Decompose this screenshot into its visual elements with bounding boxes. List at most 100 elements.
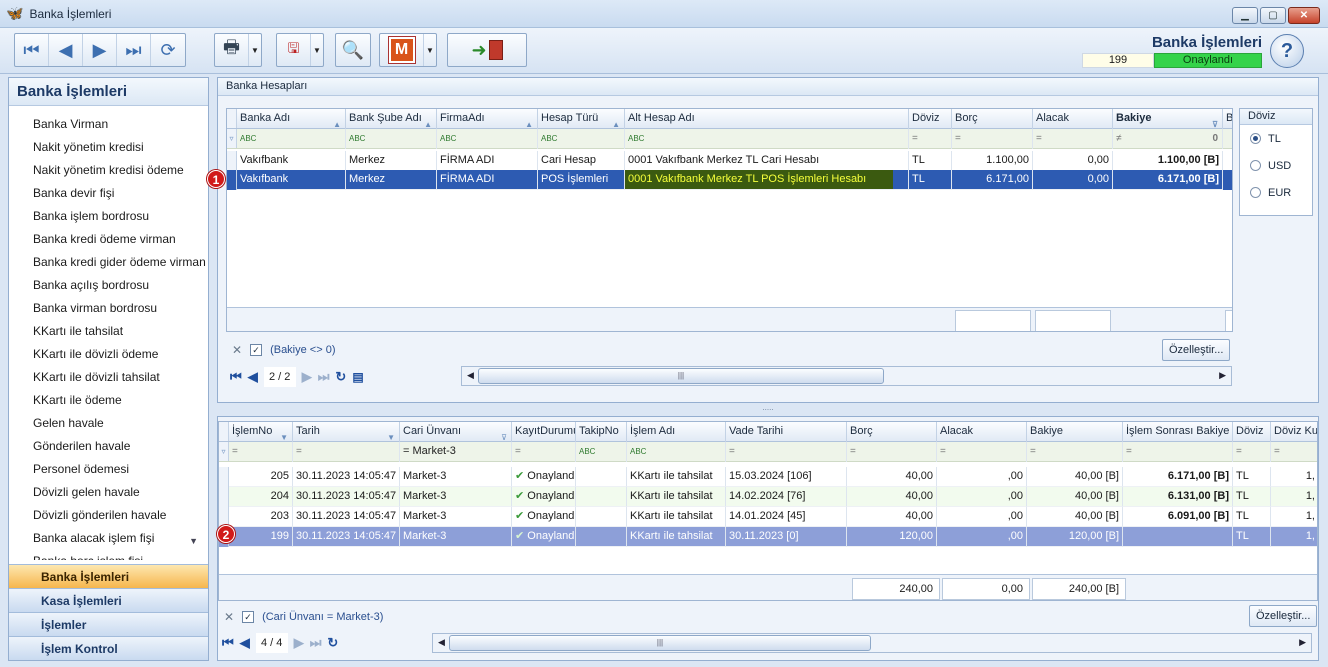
table-row[interactable]: Vakıfbank Merkez FİRMA ADI Cari Hesap 00… — [227, 151, 1232, 171]
col-borc[interactable]: Borç — [952, 109, 1033, 129]
clear-filter-icon[interactable]: ✕ — [232, 343, 242, 357]
list-item[interactable]: Banka kredi gider ödeme virman — [9, 251, 208, 274]
list-item[interactable]: Banka alacak işlem fişi — [9, 527, 208, 550]
list-item[interactable]: Banka Virman — [9, 113, 208, 136]
exit-door-icon[interactable]: ➜ — [448, 34, 526, 66]
bank-filter-text[interactable]: (Bakiye <> 0) — [270, 344, 335, 356]
list-item[interactable]: Gönderilen havale — [9, 435, 208, 458]
nav-kasa-islemleri[interactable]: Kasa İşlemleri — [9, 588, 208, 612]
filter-enable-checkbox[interactable]: ✓ — [250, 344, 263, 356]
transactions-filter-text[interactable]: (Cari Ünvanı = Market-3) — [262, 611, 383, 623]
scroll-down-icon[interactable]: ▼ — [189, 536, 198, 546]
filter-enable-checkbox[interactable]: ✓ — [242, 611, 255, 623]
minimize-icon[interactable]: ▁ — [1232, 7, 1258, 24]
list-item[interactable]: Banka işlem bordrosu — [9, 205, 208, 228]
nav-prev-icon[interactable]: ◀ — [248, 369, 258, 385]
col-firma-adi[interactable]: FirmaAdı ▲ — [437, 109, 538, 129]
m-dropdown-icon[interactable]: ▼ — [424, 34, 436, 66]
scroll-thumb[interactable]: ||| — [478, 368, 884, 384]
col-bakiye[interactable]: Bakiye ⊽ — [1113, 109, 1223, 129]
table-row[interactable]: 204 30.11.2023 14:05:47 Market-3 ✔ Onayl… — [219, 487, 1317, 507]
preview-search-icon[interactable]: 🔍 — [336, 34, 370, 66]
transactions-customize-button[interactable]: Özelleştir... — [1249, 605, 1318, 627]
nav-next-icon[interactable]: ▶ — [302, 369, 312, 385]
next-record-icon[interactable]: ▶ — [83, 34, 117, 66]
scroll-left-icon[interactable]: ◀ — [438, 637, 445, 648]
list-item[interactable]: KKartı ile dövizli tahsilat — [9, 366, 208, 389]
bank-customize-button[interactable]: Özelleştir... — [1162, 339, 1231, 361]
list-item[interactable]: Dövizli gönderilen havale — [9, 504, 208, 527]
col-hesap-turu[interactable]: Hesap Türü ▲ — [538, 109, 625, 129]
scroll-right-icon[interactable]: ▶ — [1219, 370, 1226, 381]
list-item[interactable]: Nakit yönetim kredisi — [9, 136, 208, 159]
col-doviz-kuru[interactable]: Döviz Ku — [1271, 422, 1317, 442]
list-item[interactable]: Banka borç işlem fişi — [9, 550, 208, 560]
print-dropdown-icon[interactable]: ▼ — [249, 34, 261, 66]
print-icon[interactable]: 🖶 — [215, 34, 249, 66]
close-icon[interactable]: ✕ — [1288, 7, 1320, 24]
table-row-selected[interactable]: 199 30.11.2023 14:05:47 Market-3 ✔ Onayl… — [219, 527, 1317, 547]
filter-doviz[interactable]: = — [909, 129, 952, 149]
filter-borc[interactable]: = — [952, 129, 1033, 149]
col-banka-adi[interactable]: Banka Adı ▲ — [237, 109, 346, 129]
filter-banka-adi[interactable]: ABC — [237, 129, 346, 149]
filter-firma-adi[interactable]: ABC — [437, 129, 538, 149]
filter-sube-adi[interactable]: ABC — [346, 129, 437, 149]
currency-tl[interactable]: TL — [1240, 125, 1312, 152]
nav-last-icon[interactable]: ⏭ — [310, 635, 322, 651]
m-logo-button[interactable]: M — [380, 34, 424, 66]
scroll-right-icon[interactable]: ▶ — [1299, 637, 1306, 648]
list-item[interactable]: Dövizli gelen havale — [9, 481, 208, 504]
pdf-save-icon[interactable]: 🖫 — [277, 34, 311, 66]
filter-cari-unvani[interactable]: = Market-3 — [400, 442, 512, 462]
col-b[interactable]: B — [1223, 109, 1232, 129]
table-row[interactable]: 203 30.11.2023 14:05:47 Market-3 ✔ Onayl… — [219, 507, 1317, 527]
pdf-dropdown-icon[interactable]: ▼ — [311, 34, 323, 66]
help-icon[interactable]: ? — [1270, 34, 1304, 68]
panel-splitter[interactable]: ..... — [217, 404, 1319, 415]
col-vade-tarihi[interactable]: Vade Tarihi — [726, 422, 847, 442]
filter-alacak[interactable]: = — [1033, 129, 1113, 149]
col-alt-hesap-adi[interactable]: Alt Hesap Adı — [625, 109, 909, 129]
col-borc[interactable]: Borç — [847, 422, 937, 442]
nav-refresh-icon[interactable]: ↻ — [335, 369, 346, 385]
col-alacak[interactable]: Alacak — [937, 422, 1027, 442]
list-item[interactable]: Gelen havale — [9, 412, 208, 435]
col-doviz[interactable]: Döviz — [909, 109, 952, 129]
table-row-selected[interactable]: Vakıfbank Merkez FİRMA ADI POS İşlemleri… — [227, 170, 1232, 190]
filter-alt-hesap[interactable]: ABC — [625, 129, 909, 149]
list-item[interactable]: KKartı ile ödeme — [9, 389, 208, 412]
nav-islem-kontrol[interactable]: İşlem Kontrol — [9, 636, 208, 660]
list-item[interactable]: KKartı ile tahsilat — [9, 320, 208, 343]
list-item[interactable]: KKartı ile dövizli ödeme — [9, 343, 208, 366]
filter-bakiye[interactable]: ≠ 0 — [1113, 129, 1223, 149]
first-record-icon[interactable]: ⏮ — [15, 34, 49, 66]
nav-next-icon[interactable]: ▶ — [294, 635, 304, 651]
col-takip-no[interactable]: TakipNo — [576, 422, 627, 442]
maximize-icon[interactable]: ▢ — [1260, 7, 1286, 24]
transactions-hscrollbar[interactable]: ◀ ||| ▶ — [432, 633, 1312, 653]
col-islem-no[interactable]: İşlemNo ▼ — [229, 422, 293, 442]
nav-islemler[interactable]: İşlemler — [9, 612, 208, 636]
bank-hscrollbar[interactable]: ◀ ||| ▶ — [461, 366, 1232, 386]
col-bakiye[interactable]: Bakiye — [1027, 422, 1123, 442]
nav-prev-icon[interactable]: ◀ — [240, 635, 250, 651]
list-item[interactable]: Banka açılış bordrosu — [9, 274, 208, 297]
nav-export-icon[interactable]: ▤ — [352, 370, 363, 384]
col-tarih[interactable]: Tarih ▼ — [293, 422, 400, 442]
currency-eur[interactable]: EUR — [1240, 179, 1312, 206]
previous-record-icon[interactable]: ◀ — [49, 34, 83, 66]
table-row[interactable]: 205 30.11.2023 14:05:47 Market-3 ✔ Onayl… — [219, 467, 1317, 487]
col-doviz[interactable]: Döviz — [1233, 422, 1271, 442]
col-alacak[interactable]: Alacak — [1033, 109, 1113, 129]
last-record-icon[interactable]: ⏭ — [117, 34, 151, 66]
list-item[interactable]: Personel ödemesi — [9, 458, 208, 481]
list-item[interactable]: Banka devir fişi — [9, 182, 208, 205]
col-cari-unvani[interactable]: Cari Ünvanı ⊽ — [400, 422, 512, 442]
col-islem-adi[interactable]: İşlem Adı — [627, 422, 726, 442]
list-item[interactable]: Banka virman bordrosu — [9, 297, 208, 320]
col-islem-sonrasi-bakiye[interactable]: İşlem Sonrası Bakiye — [1123, 422, 1233, 442]
nav-banka-islemleri[interactable]: Banka İşlemleri — [9, 564, 208, 588]
list-item[interactable]: Banka kredi ödeme virman — [9, 228, 208, 251]
nav-first-icon[interactable]: ⏮ — [230, 369, 242, 385]
